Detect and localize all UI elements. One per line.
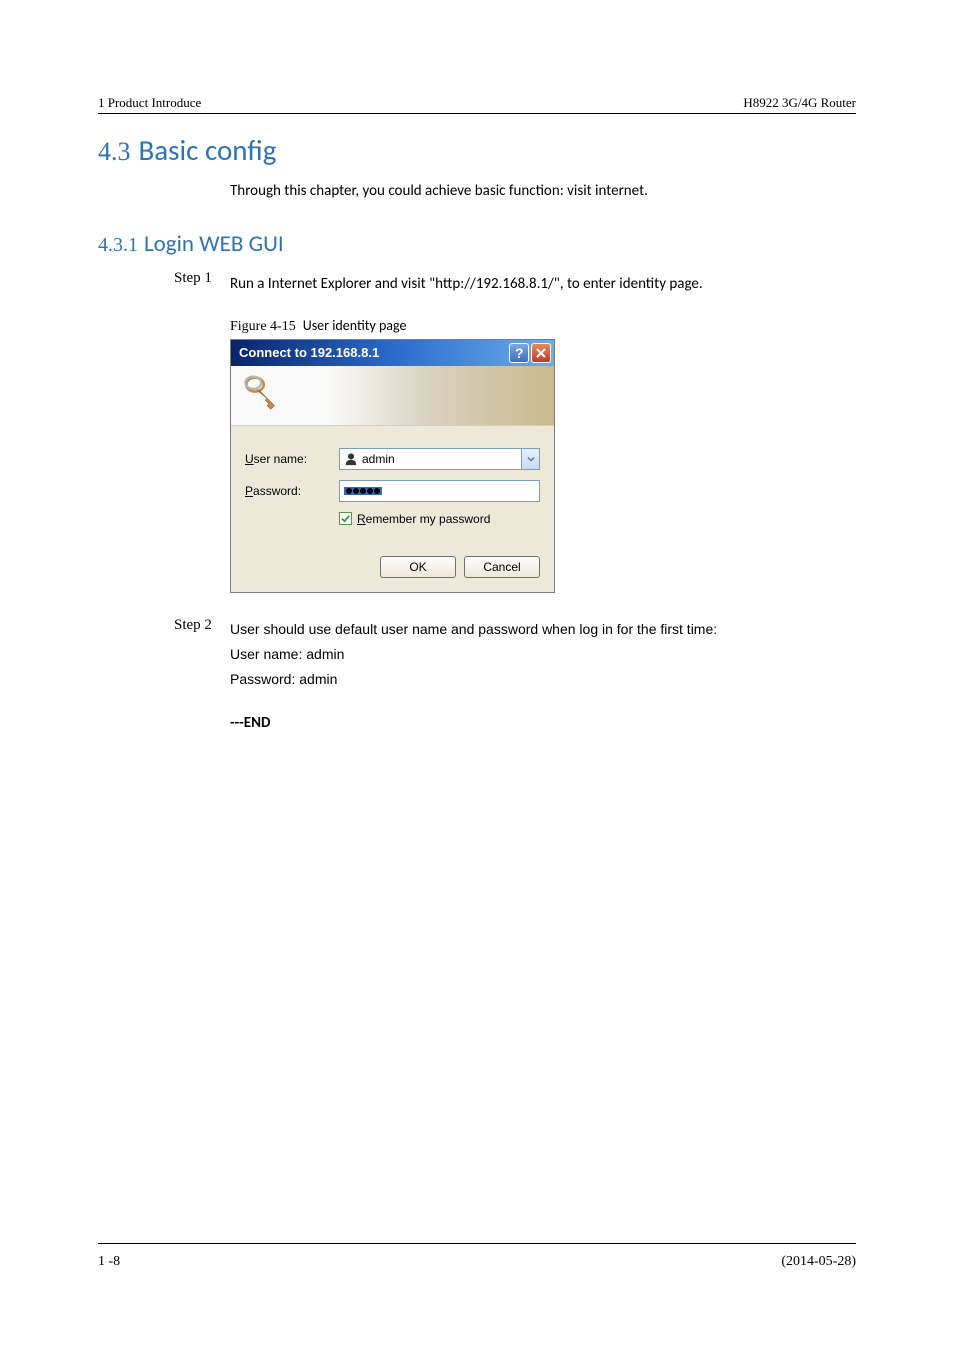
subsection-title: 4.3.1 Login WEB GUI: [98, 230, 856, 258]
page-number: 1 -8: [98, 1254, 120, 1270]
section-title: 4.3 Basic config: [98, 132, 856, 168]
remember-checkbox[interactable]: [339, 512, 352, 525]
close-button[interactable]: [531, 343, 551, 363]
subsection-number: 4.3.1: [98, 234, 138, 256]
subsection-title-text: Login WEB GUI: [144, 230, 284, 258]
titlebar-buttons: ?: [509, 343, 551, 363]
step-2-line2: User name: admin: [230, 642, 856, 667]
figure-label: User identity page: [303, 317, 407, 334]
username-value: admin: [362, 452, 395, 466]
svg-text:?: ?: [515, 346, 524, 360]
dialog-buttons: OK Cancel: [245, 556, 540, 578]
step-2-line1: User should use default user name and pa…: [230, 617, 856, 642]
password-label: Password:: [245, 484, 339, 498]
dialog-titlebar: Connect to 192.168.8.1 ?: [231, 340, 554, 366]
page-header: 1 Product Introduce H8922 3G/4G Router: [98, 0, 856, 114]
step-1: Step 1 Run a Internet Explorer and visit…: [174, 270, 856, 299]
user-icon: [344, 452, 358, 466]
dialog-body: User name: admin Password:: [231, 426, 554, 592]
figure-caption: Figure 4-15 User identity page: [230, 317, 856, 335]
password-dots: [344, 487, 382, 495]
page-footer: 1 -8 (2014-05-28): [98, 1243, 856, 1270]
password-row: Password:: [245, 480, 540, 502]
auth-dialog: Connect to 192.168.8.1 ?: [230, 339, 555, 593]
keys-icon: [241, 374, 283, 416]
help-icon: ?: [513, 346, 525, 360]
username-field[interactable]: admin: [339, 448, 540, 470]
page-date: (2014-05-28): [781, 1254, 856, 1270]
step-1-label: Step 1: [174, 270, 230, 299]
section-title-text: Basic config: [139, 132, 277, 168]
step-2-text: User should use default user name and pa…: [230, 617, 856, 693]
close-icon: [535, 347, 547, 359]
dialog-screenshot: Connect to 192.168.8.1 ?: [230, 339, 856, 593]
remember-row[interactable]: Remember my password: [339, 512, 540, 526]
password-input[interactable]: [339, 480, 540, 502]
help-button[interactable]: ?: [509, 343, 529, 363]
figure-number: Figure 4-15: [230, 319, 296, 334]
section-number: 4.3: [98, 137, 131, 166]
username-dropdown-button[interactable]: [522, 448, 540, 470]
remember-label: Remember my password: [357, 512, 490, 526]
product-name: H8922 3G/4G Router: [743, 95, 856, 111]
username-input[interactable]: admin: [339, 448, 522, 470]
dialog-banner: [231, 366, 554, 426]
end-marker: ---END: [230, 714, 856, 732]
chevron-down-icon: [527, 455, 535, 463]
step-2-label: Step 2: [174, 617, 230, 693]
step-2-line3: Password: admin: [230, 667, 856, 692]
username-row: User name: admin: [245, 448, 540, 470]
dialog-title: Connect to 192.168.8.1: [239, 345, 379, 360]
username-label: User name:: [245, 452, 339, 466]
ok-button[interactable]: OK: [380, 556, 456, 578]
step-2: Step 2 User should use default user name…: [174, 617, 856, 693]
step-1-text: Run a Internet Explorer and visit "http:…: [230, 270, 856, 299]
cancel-button[interactable]: Cancel: [464, 556, 540, 578]
checkmark-icon: [341, 514, 350, 523]
section-intro: Through this chapter, you could achieve …: [230, 182, 856, 200]
chapter-ref: 1 Product Introduce: [98, 95, 201, 111]
